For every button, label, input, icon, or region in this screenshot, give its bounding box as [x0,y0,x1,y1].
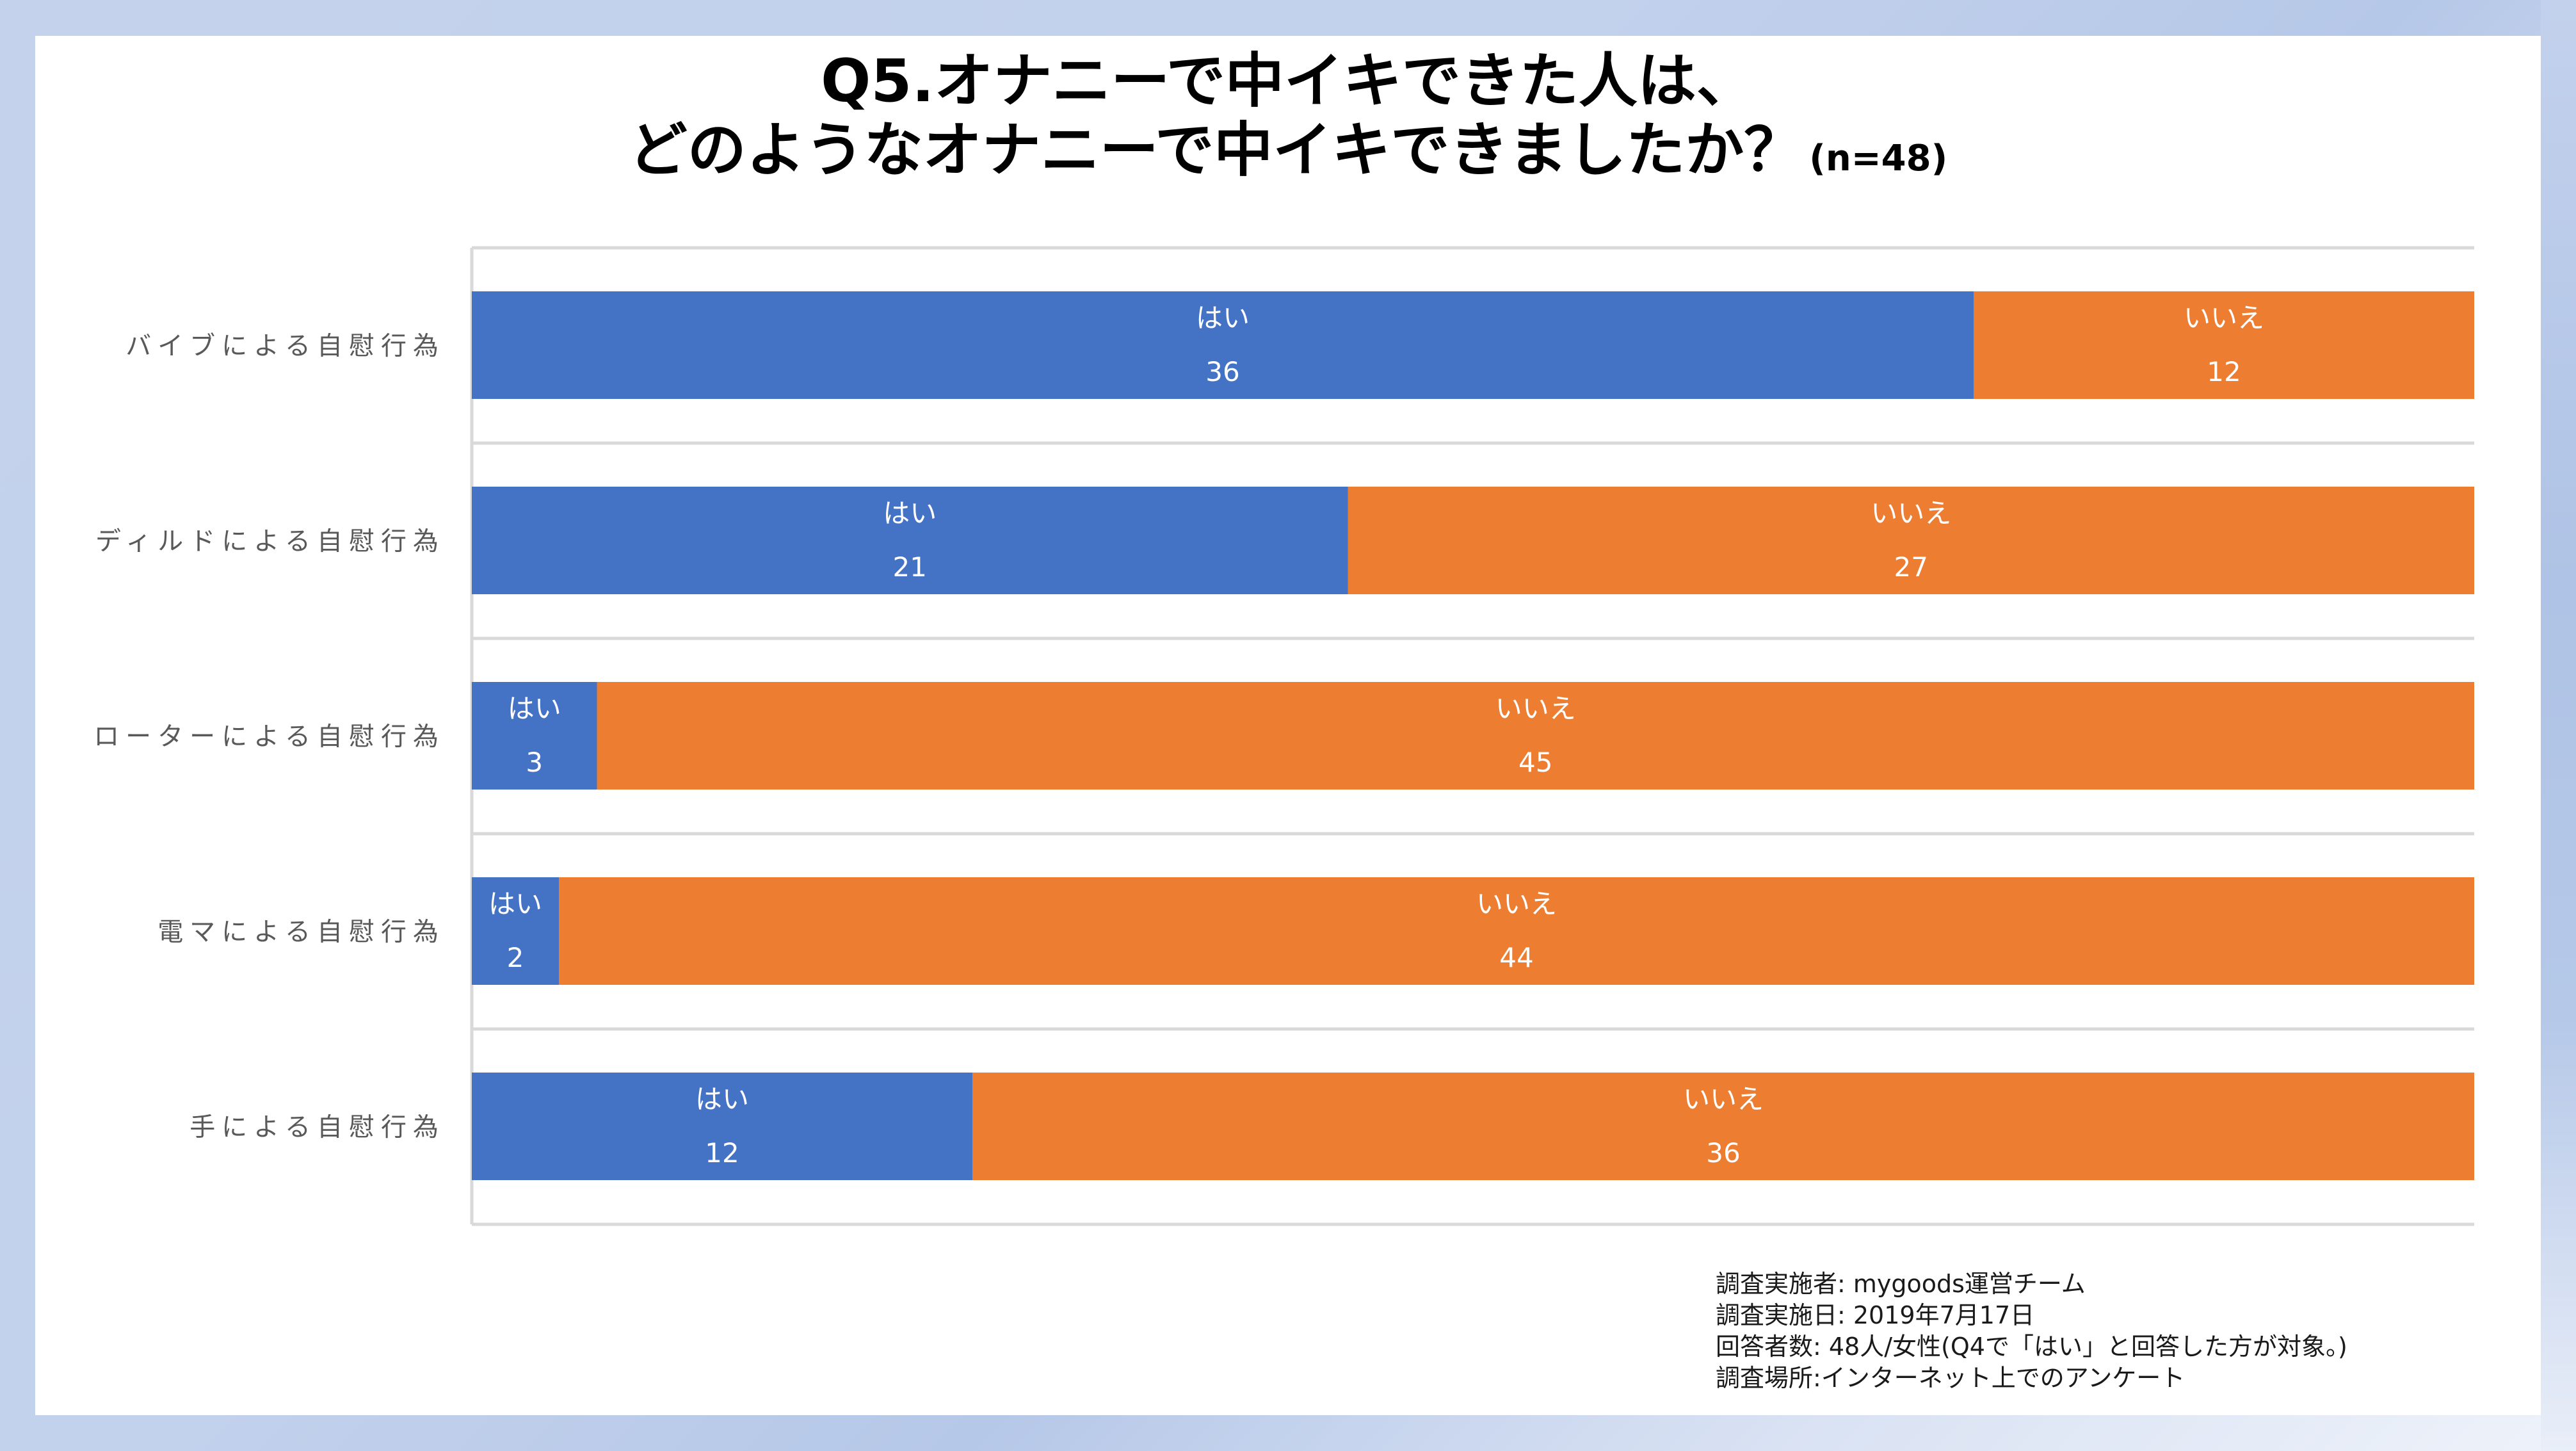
category-label: ローターによる自慰行為 [93,722,445,752]
footnote-date: 調査実施日: 2019年7月17日 [1716,1301,2035,1329]
data-label-value: 2 [507,942,524,973]
stacked-bar-chart: バイブによる自慰行為ディルドによる自慰行為ローターによる自慰行為電マによる自慰行… [93,246,2474,1226]
data-label-series: はい [695,1083,749,1115]
category-labels: バイブによる自慰行為ディルドによる自慰行為ローターによる自慰行為電マによる自慰行… [93,332,445,1142]
data-label-value: 21 [893,551,927,583]
data-label-value: 44 [1499,942,1533,973]
data-label-value: 27 [1894,551,1928,583]
data-label-series: はい [883,498,937,529]
data-label-series: いいえ [1683,1083,1764,1115]
data-label-value: 3 [526,747,543,778]
data-label-value: 12 [2207,356,2241,387]
data-label-series: はい [1196,302,1250,334]
data-label-series: いいえ [2184,302,2264,334]
data-label-series: はい [488,888,542,920]
category-label: 手による自慰行為 [189,1113,445,1142]
footnote-respondents: 回答者数: 48人/女性(Q4で「はい」と回答した方が対象。) [1716,1333,2347,1361]
data-label-series: いいえ [1871,498,1951,529]
footnote-location: 調査場所:インターネット上でのアンケート [1716,1364,2186,1392]
data-label-value: 36 [1205,356,1239,387]
data-label-value: 12 [705,1137,739,1169]
data-label-value: 45 [1518,747,1552,778]
data-label-series: いいえ [1476,888,1557,920]
data-label-series: いいえ [1495,693,1576,724]
data-label-value: 36 [1706,1137,1740,1169]
slide-panel: Q5.オナニーで中イキできた人は、 どのようなオナニーで中イキできましたか？ (n… [35,36,2541,1415]
survey-footnote: 調査実施者: mygoods運営チーム 調査実施日: 2019年7月17日 回答… [1716,1269,2347,1394]
frame-border-right [2541,0,2576,1451]
category-label: バイブによる自慰行為 [125,332,445,361]
data-label-series: はい [508,693,561,724]
bars [472,291,2474,1180]
footnote-surveyor: 調査実施者: mygoods運営チーム [1716,1270,2086,1298]
category-label: 電マによる自慰行為 [157,918,445,947]
category-label: ディルドによる自慰行為 [95,527,445,556]
